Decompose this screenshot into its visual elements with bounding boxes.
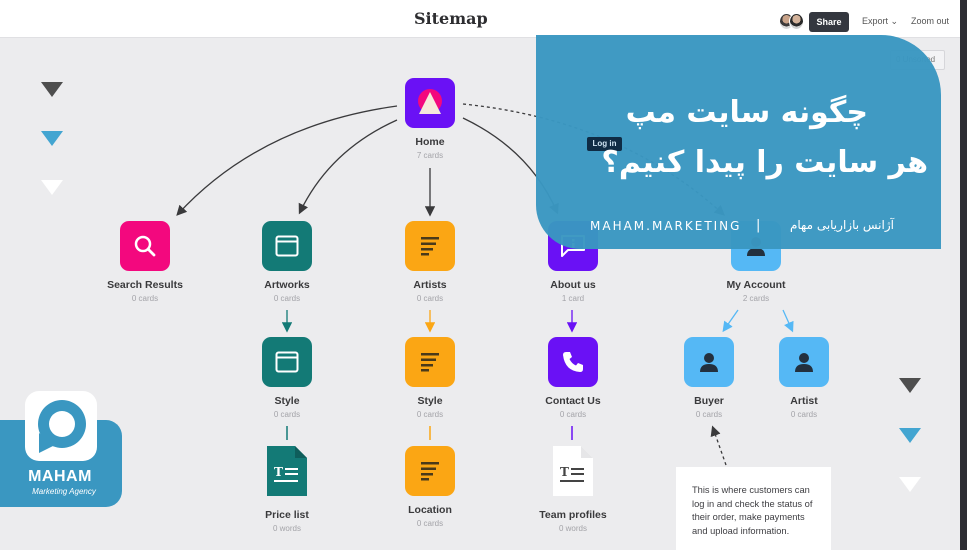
user-icon [700, 353, 718, 372]
node-artists[interactable]: Artists 0 cards [370, 221, 490, 303]
node-count: 0 cards [273, 294, 301, 303]
triangle-down-icon [899, 378, 921, 393]
triangle-down-icon [41, 82, 63, 97]
node-label: Search Results [107, 279, 183, 291]
node-label: About us [550, 279, 596, 291]
node-price-list[interactable]: T Price list 0 words [227, 446, 347, 533]
artists-tile[interactable] [405, 221, 455, 271]
artworks-tile[interactable] [262, 221, 312, 271]
brand-domain: MAHAM.MARKETING [590, 219, 742, 233]
node-style-artists[interactable]: Style 0 cards [370, 337, 490, 419]
home-logo-icon [418, 89, 442, 114]
node-count: 0 cards [131, 294, 159, 303]
brand-separator: | [756, 218, 761, 233]
node-label: Artist [790, 395, 818, 407]
node-label: My Account [726, 279, 786, 291]
node-count: 0 cards [559, 410, 587, 419]
node-count: 2 cards [742, 294, 770, 303]
phone-icon [563, 352, 583, 372]
node-artworks[interactable]: Artworks 0 cards [227, 221, 347, 303]
node-label: Price list [265, 509, 309, 521]
document-icon: T [553, 446, 593, 496]
node-label: Team profiles [539, 509, 607, 521]
node-label: Style [417, 395, 443, 407]
svg-text:T: T [560, 465, 569, 479]
banner-title-line1: چگونه سایت مپ [625, 95, 868, 130]
node-count: 0 cards [790, 410, 818, 419]
node-label: Location [408, 504, 452, 516]
node-count: 1 card [561, 294, 585, 303]
node-count: 7 cards [416, 151, 444, 160]
triangle-down-icon [899, 477, 921, 492]
node-count: 0 words [272, 524, 301, 533]
logo-name: MAHAM [28, 468, 92, 485]
edge-note-buyer [710, 425, 727, 466]
browser-window-icon [275, 235, 299, 257]
annotation-note[interactable]: This is where customers can log in and c… [676, 467, 831, 550]
document-icon: T [267, 446, 307, 496]
node-label: Home [415, 136, 445, 148]
triangle-down-icon [41, 180, 63, 195]
style-tile[interactable] [262, 337, 312, 387]
search-tile[interactable] [120, 221, 170, 271]
edge-account-buyer [722, 309, 739, 333]
brand-line: MAHAM.MARKETING | آژانس بازاریابی مهام [590, 218, 900, 238]
node-label: Contact Us [545, 395, 601, 407]
artist-tile[interactable] [779, 337, 829, 387]
node-label: Artists [413, 279, 447, 291]
maham-logo-icon [25, 391, 97, 461]
node-label: Artworks [264, 279, 310, 291]
location-tile[interactable] [405, 446, 455, 496]
user-icon [795, 353, 813, 372]
home-tile[interactable] [405, 78, 455, 128]
triangle-down-icon [899, 428, 921, 443]
node-location[interactable]: Location 0 cards [370, 446, 490, 528]
text-lines-icon [421, 353, 439, 372]
svg-text:T: T [274, 465, 283, 479]
node-team-profiles[interactable]: T Team profiles 0 words [513, 446, 633, 533]
node-contact-us[interactable]: Contact Us 0 cards [513, 337, 633, 419]
buyer-tile[interactable] [684, 337, 734, 387]
node-count: 0 cards [416, 410, 444, 419]
edge-home-search [176, 105, 398, 216]
node-home[interactable]: Home 7 cards [370, 78, 490, 160]
node-artist[interactable]: Artist 0 cards [744, 337, 864, 419]
logo-tagline: Marketing Agency [32, 487, 96, 496]
search-icon [134, 235, 156, 257]
triangle-down-icon [41, 131, 63, 146]
text-lines-icon [421, 462, 439, 481]
node-style-artworks[interactable]: Style 0 cards [227, 337, 347, 419]
node-count: 0 cards [416, 519, 444, 528]
node-label: Style [274, 395, 300, 407]
text-lines-icon [421, 237, 439, 256]
node-count: 0 cards [416, 294, 444, 303]
style-tile[interactable] [405, 337, 455, 387]
banner-title-line2: هر سایت را پیدا کنیم؟ [601, 145, 928, 180]
node-count: 0 words [558, 524, 587, 533]
node-count: 0 cards [273, 410, 301, 419]
banner-title: چگونه سایت مپ هر سایت را پیدا کنیم؟ [548, 88, 928, 188]
contact-tile[interactable] [548, 337, 598, 387]
edge-account-artist [782, 309, 794, 333]
browser-window-icon [275, 351, 299, 373]
brand-name-fa: آژانس بازاریابی مهام [789, 218, 894, 232]
node-search-results[interactable]: Search Results 0 cards [85, 221, 205, 303]
